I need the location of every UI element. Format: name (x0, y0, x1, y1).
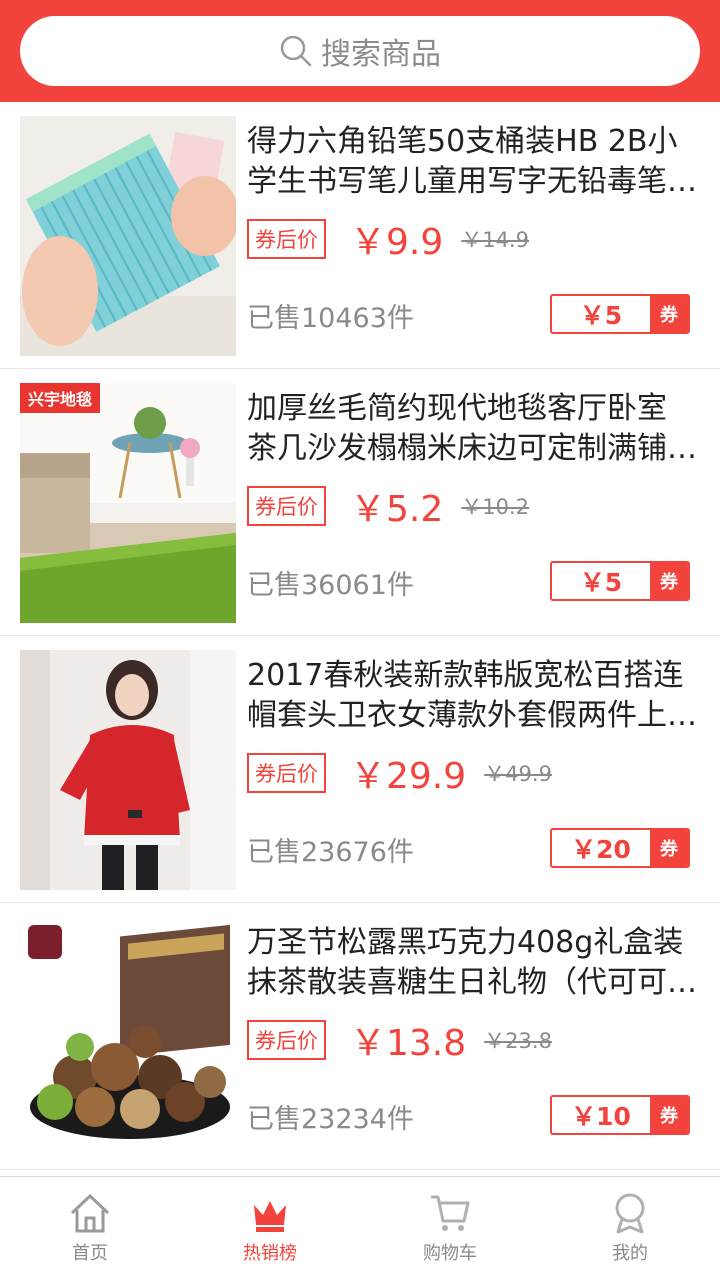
nav-label-hot: 热销榜 (243, 1243, 297, 1264)
cart-icon (431, 1195, 470, 1231)
nav-me[interactable]: 我的 (540, 1177, 720, 1280)
coupon-amount: ￥5 (579, 568, 623, 597)
home-icon (70, 1194, 110, 1233)
after-coupon-tag: 券后价 (247, 1020, 326, 1060)
coupon-label: 券 (650, 296, 688, 332)
coupon-button[interactable]: ￥20 券 (550, 828, 690, 868)
sold-count: 已售23234件 (247, 1104, 414, 1135)
product-image-pencils[interactable] (20, 116, 236, 356)
price-row: 券后价 ￥29.9 ￥49.9 (247, 751, 552, 797)
nav-home[interactable]: 首页 (0, 1177, 180, 1280)
search-bar[interactable]: 搜索商品 (20, 16, 700, 86)
product-title[interactable]: 万圣节松露黑巧克力408g礼盒装 抹茶散装喜糖生日礼物（代可可… (247, 923, 697, 1003)
after-coupon-tag: 券后价 (247, 753, 326, 793)
price-row: 券后价 ￥13.8 ￥23.8 (247, 1018, 552, 1064)
price: ￥5.2 (350, 489, 444, 530)
nav-label-home: 首页 (72, 1243, 108, 1264)
original-price: ￥10.2 (461, 495, 530, 519)
sold-count: 已售23676件 (247, 837, 414, 868)
price-row: 券后价 ￥9.9 ￥14.9 (247, 217, 530, 263)
product-title-line2: 帽套头卫衣女薄款外套假两件上… (247, 698, 697, 733)
price: ￥9.9 (350, 222, 444, 263)
original-price: ￥23.8 (484, 1029, 552, 1053)
product-title-line1: 2017春秋装新款韩版宽松百搭连 (247, 658, 684, 693)
coupon-amount: ￥5 (579, 301, 623, 330)
product-item[interactable]: 2017春秋装新款韩版宽松百搭连 帽套头卫衣女薄款外套假两件上… 券后价 ￥29… (0, 636, 720, 903)
product-item[interactable]: 万圣节松露黑巧克力408g礼盒装 抹茶散装喜糖生日礼物（代可可… 券后价 ￥13… (0, 903, 720, 1170)
product-title[interactable]: 2017春秋装新款韩版宽松百搭连 帽套头卫衣女薄款外套假两件上… (247, 656, 697, 736)
coupon-label: 券 (650, 1097, 688, 1133)
product-image-rug[interactable]: 兴宇地毯 (20, 383, 236, 623)
search-icon (280, 35, 312, 67)
product-image-chocolate[interactable] (20, 917, 236, 1157)
product-title[interactable]: 得力六角铅笔50支桶装HB 2B小 学生书写笔儿童用写字无铅毒笔… (247, 122, 697, 202)
product-title-line1: 万圣节松露黑巧克力408g礼盒装 (247, 925, 684, 960)
product-title-line2: 抹茶散装喜糖生日礼物（代可可… (247, 965, 697, 1000)
product-title-line2: 学生书写笔儿童用写字无铅毒笔… (247, 164, 697, 199)
coupon-label: 券 (650, 563, 688, 599)
nav-cart[interactable]: 购物车 (360, 1177, 540, 1280)
price: ￥13.8 (350, 1023, 467, 1064)
product-title-line1: 得力六角铅笔50支桶装HB 2B小 (247, 124, 678, 159)
store-tag: 兴宇地毯 (20, 383, 101, 413)
coupon-button[interactable]: ￥5 券 (550, 561, 690, 601)
original-price: ￥14.9 (461, 228, 530, 252)
product-title[interactable]: 加厚丝毛简约现代地毯客厅卧室 茶几沙发榻榻米床边可定制满铺… (247, 389, 697, 469)
nav-label-cart: 购物车 (423, 1243, 477, 1264)
nav-hot[interactable]: 热销榜 (180, 1177, 360, 1280)
original-price: ￥49.9 (484, 762, 552, 786)
product-title-line1: 加厚丝毛简约现代地毯客厅卧室 (247, 391, 667, 426)
sold-count: 已售36061件 (247, 570, 414, 601)
price-row: 券后价 ￥5.2 ￥10.2 (247, 484, 530, 530)
product-image-hoodie[interactable] (20, 650, 236, 890)
coupon-label: 券 (650, 830, 688, 866)
coupon-amount: ￥20 (571, 835, 631, 864)
top-bar: 搜索商品 (0, 0, 720, 102)
sold-count: 已售10463件 (247, 303, 414, 334)
product-title-line2: 茶几沙发榻榻米床边可定制满铺… (247, 431, 697, 466)
crown-icon (254, 1201, 286, 1232)
after-coupon-tag: 券后价 (247, 219, 326, 259)
bottom-nav: 首页 热销榜 购物车 我的 (0, 1176, 720, 1280)
coupon-button[interactable]: ￥10 券 (550, 1095, 690, 1135)
coupon-button[interactable]: ￥5 券 (550, 294, 690, 334)
user-icon (615, 1193, 645, 1234)
search-placeholder: 搜索商品 (321, 37, 441, 72)
nav-label-me: 我的 (612, 1243, 648, 1264)
coupon-amount: ￥10 (571, 1102, 631, 1131)
after-coupon-tag: 券后价 (247, 486, 326, 526)
product-item[interactable]: 兴宇地毯 加厚丝毛简约现代地毯客厅卧室 茶几沙发榻榻米床边可定制满铺… 券后价 … (0, 369, 720, 636)
price: ￥29.9 (350, 756, 467, 797)
product-item[interactable]: 得力六角铅笔50支桶装HB 2B小 学生书写笔儿童用写字无铅毒笔… 券后价 ￥9… (0, 102, 720, 369)
product-list: 得力六角铅笔50支桶装HB 2B小 学生书写笔儿童用写字无铅毒笔… 券后价 ￥9… (0, 102, 720, 1170)
